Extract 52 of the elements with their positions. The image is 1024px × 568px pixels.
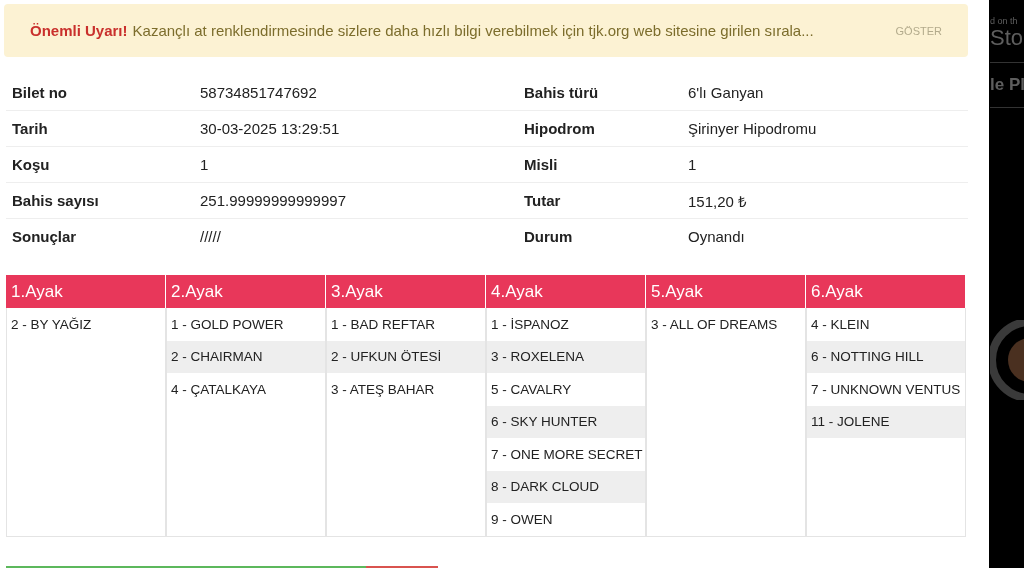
horse-entry: 2 - CHAIRMAN — [167, 340, 325, 373]
field-value: 1 — [687, 156, 698, 173]
horse-entry: 3 - ROXELENA — [487, 340, 645, 373]
leg-header: 2.Ayak — [166, 275, 326, 308]
horse-entry: 3 - ATEŞ BAHAR — [330, 380, 436, 399]
horse-entry: 9 - OWEN — [490, 510, 554, 529]
horse-entry: 3 - ALL OF DREAMS — [650, 315, 779, 334]
horse-entry: 6 - SKY HUNTER — [487, 405, 645, 438]
horse-entry: 5 - CAVALRY — [490, 380, 573, 399]
horse-entry: 8 - DARK CLOUD — [487, 470, 645, 503]
horse-entry: 1 - İSPANOZ — [490, 315, 570, 334]
field-value: 30-03-2025 13:29:51 — [199, 120, 341, 137]
horse-entry: 6 - NOTTING HILL — [807, 340, 965, 373]
horse-entry: 7 - ONE MORE SECRET — [490, 445, 644, 464]
horse-entry: 1 - GOLD POWER — [170, 315, 285, 334]
field-value: Şirinyer Hipodromu — [687, 120, 818, 137]
field-value: 58734851747692 — [199, 84, 318, 101]
field-label: Sonuçlar — [11, 228, 78, 245]
horse-entry: 2 - UFKUN ÖTESİ — [327, 340, 485, 373]
field-label: Bahis sayısı — [11, 192, 100, 209]
show-button[interactable]: GÖSTER — [895, 24, 942, 37]
horse-entry: 2 - BY YAĞIZ — [10, 315, 93, 334]
field-value: 1 — [199, 156, 210, 173]
field-label: Durum — [523, 228, 574, 245]
leg-header: 6.Ayak — [806, 275, 966, 308]
leg-header: 4.Ayak — [486, 275, 646, 308]
store-badge-text: Sto — [990, 26, 1024, 50]
field-label: Koşu — [11, 156, 51, 173]
alert-message: Kazançlı at renklendirmesinde sizlere daha hızlı bilgi verebilmek için tjk.org web sitesine girilen sırala... — [132, 22, 815, 39]
field-value: 251.99999999999997 — [199, 192, 347, 209]
field-value: ///// — [199, 228, 222, 245]
field-label: Tutar — [523, 192, 562, 209]
field-label: Misli — [523, 156, 559, 173]
horse-entry: 1 - BAD REFTAR — [330, 315, 436, 334]
field-label: Bilet no — [11, 84, 68, 101]
field-value: Oynandı — [687, 228, 746, 245]
field-label: Tarih — [11, 120, 49, 137]
horse-entry: 11 - JOLENE — [807, 405, 965, 438]
certificate-seal-icon — [990, 320, 1024, 400]
horse-entry: 7 - UNKNOWN VENTUS — [810, 380, 962, 399]
horse-entry: 4 - KLEIN — [810, 315, 871, 334]
field-label: Hipodrom — [523, 120, 596, 137]
leg-header: 3.Ayak — [326, 275, 486, 308]
field-label: Bahis türü — [523, 84, 600, 101]
store-badge-text: d on th — [990, 16, 1018, 26]
store-badge-text: le Pl — [990, 75, 1024, 95]
horse-entry: 4 - ÇATALKAYA — [170, 380, 268, 399]
field-value: 151,20 ₺ — [687, 191, 749, 211]
field-value: 6'lı Ganyan — [687, 84, 765, 101]
leg-header: 5.Ayak — [646, 275, 806, 308]
alert-title: Önemli Uyarı! — [30, 22, 128, 39]
leg-header: 1.Ayak — [6, 275, 166, 308]
